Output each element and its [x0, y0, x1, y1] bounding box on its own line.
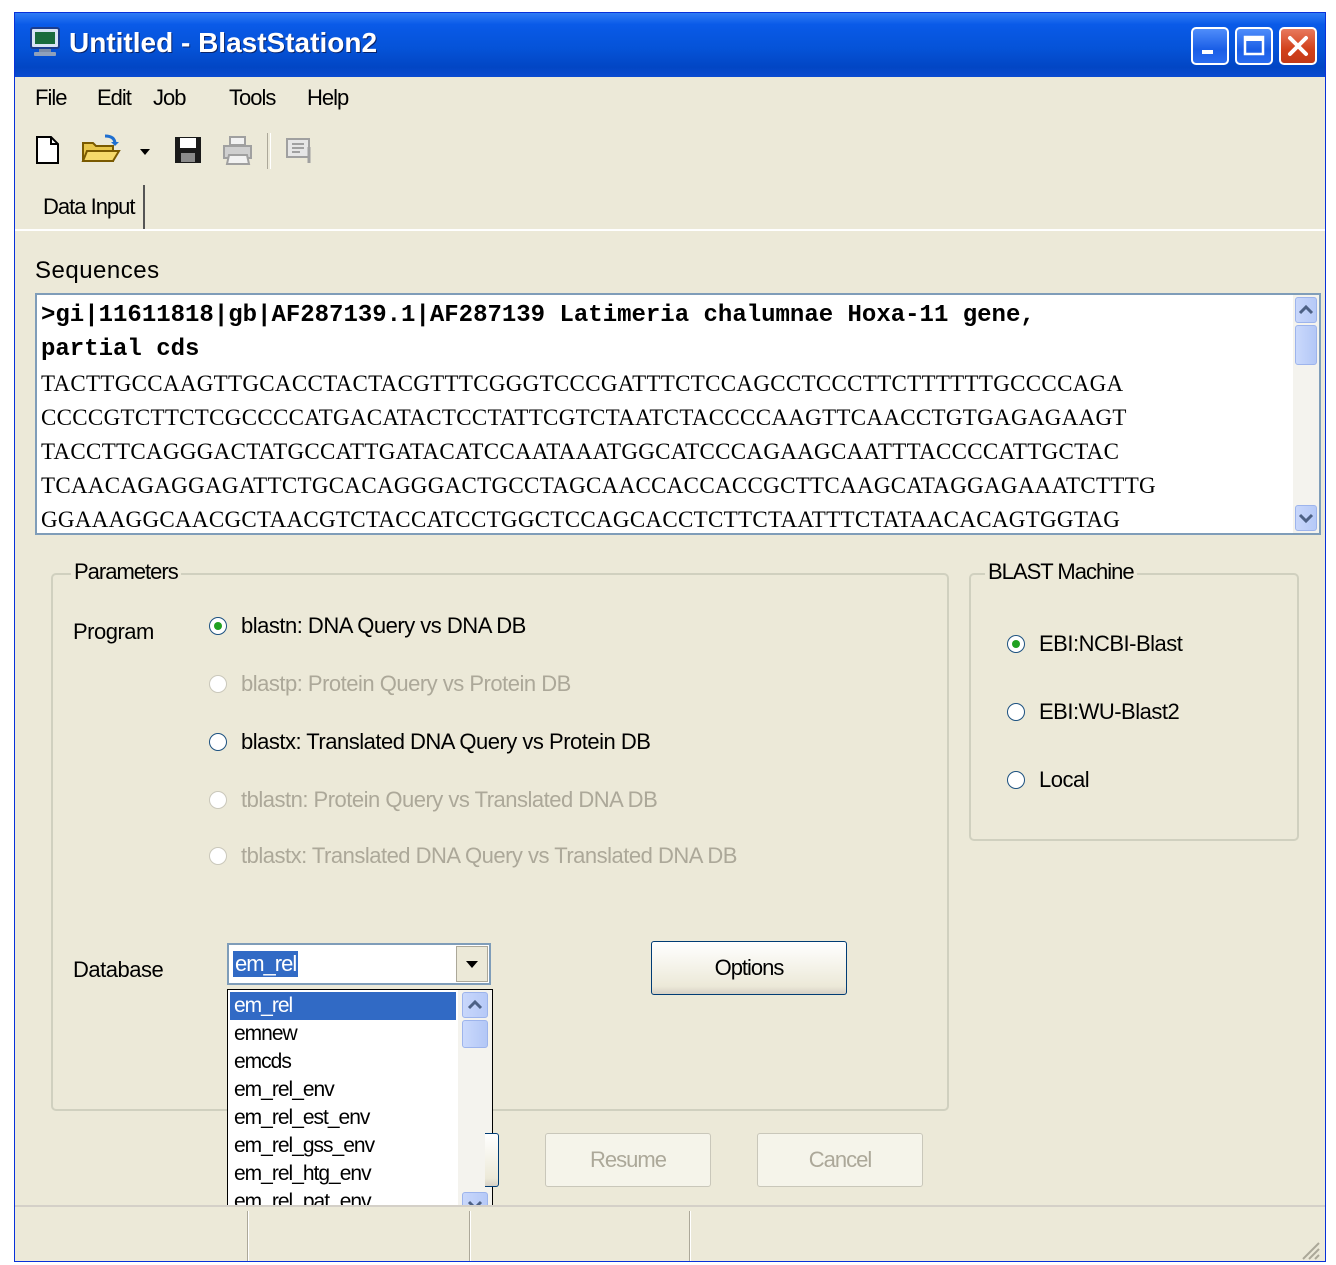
dropdown-option[interactable]: em_rel_htg_env: [230, 1160, 456, 1188]
radio-button[interactable]: [1007, 771, 1025, 789]
radio-label: tblastn: Protein Query vs Translated DNA…: [241, 787, 658, 812]
radio-label: tblastx: Translated DNA Query vs Transla…: [241, 843, 737, 868]
radio-tblastx: tblastx: Translated DNA Query vs Transla…: [209, 843, 737, 869]
sequence-content[interactable]: >gi|11611818|gb|AF287139.1|AF287139 Lati…: [41, 299, 1285, 533]
sequences-label: Sequences: [35, 257, 160, 284]
dropdown-option[interactable]: emnew: [230, 1020, 456, 1048]
app-monitor-icon: [29, 27, 61, 57]
sequence-textarea[interactable]: >gi|11611818|gb|AF287139.1|AF287139 Lati…: [35, 293, 1321, 535]
menu-help[interactable]: Help: [307, 85, 349, 111]
radio-tblastn: tblastn: Protein Query vs Translated DNA…: [209, 787, 658, 813]
status-pane: [247, 1211, 249, 1261]
chevron-down-icon[interactable]: [456, 946, 488, 982]
radio-label: EBI:WU-Blast2: [1039, 699, 1180, 724]
menu-job[interactable]: Job: [153, 85, 186, 111]
minimize-button[interactable]: [1191, 27, 1229, 65]
radio-button[interactable]: [1007, 703, 1025, 721]
toolbar-separator: [267, 133, 271, 169]
radio-ebi-ncbi-blast[interactable]: EBI:NCBI-Blast: [1007, 631, 1183, 657]
scroll-up-button[interactable]: [462, 992, 488, 1018]
sequence-line: CCCCGTCTTCTCGCCCCATGACATACTCCTATTCGTCTAA…: [41, 405, 1127, 430]
cancel-button: Cancel: [757, 1133, 923, 1187]
radio-label: blastn: DNA Query vs DNA DB: [241, 613, 526, 638]
status-pane: [469, 1211, 471, 1261]
run-icon: [283, 133, 317, 167]
radio-button: [209, 675, 227, 693]
database-select[interactable]: em_rel: [227, 943, 491, 985]
radio-local[interactable]: Local: [1007, 767, 1090, 793]
status-pane: [689, 1211, 691, 1261]
radio-button[interactable]: [1007, 635, 1025, 653]
resume-button: Resume: [545, 1133, 711, 1187]
radio-label: Local: [1039, 767, 1090, 792]
new-file-icon[interactable]: [31, 133, 65, 167]
start-button-edge[interactable]: [485, 1133, 499, 1187]
database-label: Database: [73, 957, 164, 982]
radio-button[interactable]: [209, 733, 227, 751]
window-title: Untitled - BlastStation2: [69, 27, 378, 58]
app-window: Untitled - BlastStation2 File Edit Job T…: [14, 12, 1326, 1262]
sequence-scrollbar[interactable]: [1293, 295, 1319, 533]
dropdown-option[interactable]: em_rel_gss_env: [230, 1132, 456, 1160]
scroll-down-button[interactable]: [1295, 505, 1317, 531]
title-bar[interactable]: Untitled - BlastStation2: [15, 13, 1325, 77]
dropdown-option[interactable]: em_rel_est_env: [230, 1104, 456, 1132]
scroll-thumb[interactable]: [1295, 325, 1317, 365]
radio-label: blastx: Translated DNA Query vs Protein …: [241, 729, 651, 754]
radio-label: blastp: Protein Query vs Protein DB: [241, 671, 571, 696]
toolbar: [15, 123, 1325, 179]
dropdown-option[interactable]: em_rel_env: [230, 1076, 456, 1104]
parameters-group: Parameters: [51, 559, 949, 1111]
open-folder-icon[interactable]: [79, 133, 123, 167]
radio-button: [209, 791, 227, 809]
scroll-up-button[interactable]: [1295, 297, 1317, 323]
radio-blastp: blastp: Protein Query vs Protein DB: [209, 671, 571, 697]
menu-edit[interactable]: Edit: [97, 85, 132, 111]
maximize-button[interactable]: [1235, 27, 1273, 65]
sequence-line: TACTTGCCAAGTTGCACCTACTACGTTTCGGGTCCCGATT…: [41, 371, 1124, 396]
dropdown-option[interactable]: em_rel: [230, 992, 456, 1020]
radio-blastx[interactable]: blastx: Translated DNA Query vs Protein …: [209, 729, 651, 755]
tab-data-input[interactable]: Data Input: [35, 185, 145, 229]
close-button[interactable]: [1279, 27, 1317, 65]
radio-button[interactable]: [209, 617, 227, 635]
blast-machine-legend: BLAST Machine: [985, 559, 1137, 585]
status-bar: [15, 1205, 1325, 1261]
scroll-thumb[interactable]: [462, 1020, 488, 1048]
database-dropdown-list[interactable]: em_rel emnew emcds em_rel_env em_rel_est…: [227, 989, 493, 1221]
radio-button: [209, 847, 227, 865]
menu-file[interactable]: File: [35, 85, 67, 111]
print-icon: [221, 133, 255, 167]
parameters-legend: Parameters: [71, 559, 181, 585]
dropdown-arrow-icon[interactable]: [137, 133, 153, 167]
radio-blastn[interactable]: blastn: DNA Query vs DNA DB: [209, 613, 526, 639]
radio-label: EBI:NCBI-Blast: [1039, 631, 1183, 656]
sequence-line: TACCTTCAGGGACTATGCCATTGATACATCCAATAAATGG…: [41, 439, 1120, 464]
tab-divider: [15, 229, 1325, 231]
database-selected-value: em_rel: [233, 951, 299, 977]
sequence-header-line: >gi|11611818|gb|AF287139.1|AF287139 Lati…: [41, 302, 1035, 329]
dropdown-option[interactable]: emcds: [230, 1048, 456, 1076]
sequence-line: TCAACAGAGGAGATTCTGCACAGGGACTGCCTAGCAACCA…: [41, 473, 1156, 498]
menu-bar: File Edit Job Tools Help: [15, 79, 1325, 119]
sequence-header-line: partial cds: [41, 336, 200, 363]
options-button[interactable]: Options: [651, 941, 847, 995]
program-label: Program: [73, 619, 154, 644]
sequence-line: GGAAAGGCAACGCTAACGTCTACCATCCTGGCTCCAGCAC…: [41, 507, 1121, 532]
radio-ebi-wu-blast2[interactable]: EBI:WU-Blast2: [1007, 699, 1180, 725]
menu-tools[interactable]: Tools: [229, 85, 276, 111]
resize-grip-icon[interactable]: [1297, 1237, 1321, 1261]
save-icon[interactable]: [171, 133, 205, 167]
